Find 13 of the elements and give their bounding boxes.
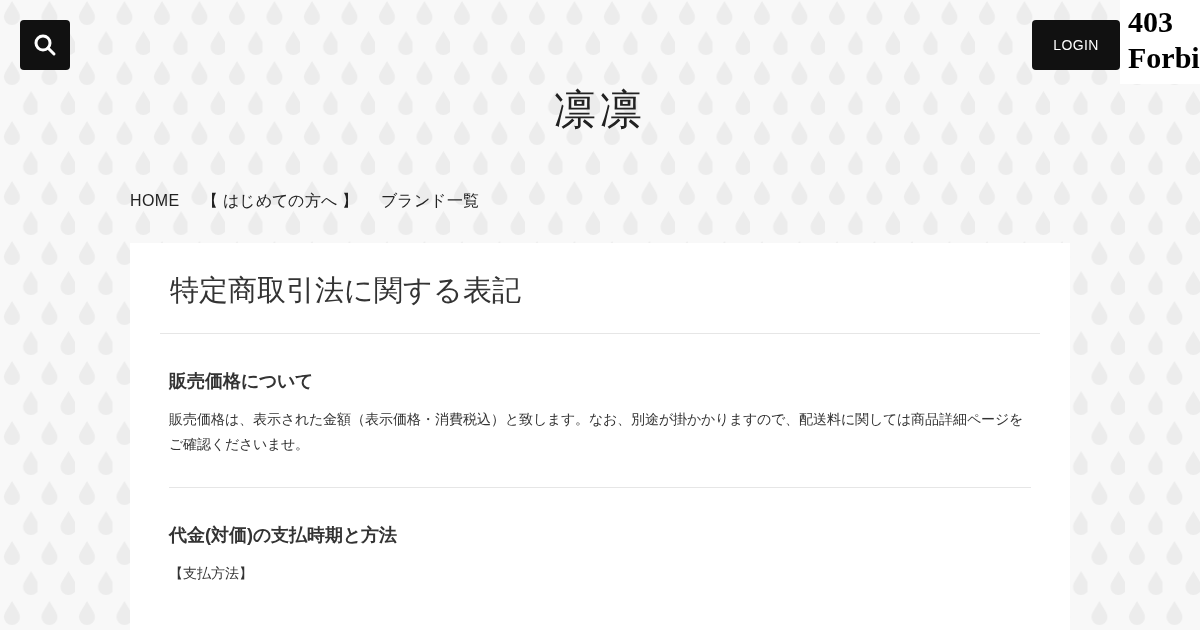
section-heading: 代金(対価)の支払時期と方法	[169, 523, 398, 547]
nav-link[interactable]: HOME	[130, 189, 180, 213]
nav-link[interactable]: ブランド一覧	[380, 189, 480, 213]
site-title: 凛凛	[553, 84, 647, 136]
section-text: 【支払方法】	[169, 563, 254, 583]
search-button[interactable]	[20, 20, 70, 70]
section-text: 販売価格は、表示された金額（表示価格・消費税込）と致します。なお、別途が掛かかりますので、配送料に関しては商品詳細ページをご確認くださいませ。	[169, 409, 1024, 454]
search-icon	[33, 33, 57, 57]
error-message: 403 Forbi	[1120, 0, 1200, 84]
login-button[interactable]: LOGIN	[1032, 20, 1120, 70]
page-title: 特定商取引法に関する表記	[169, 273, 522, 308]
section-heading: 販売価格について	[169, 369, 314, 393]
nav-link[interactable]: 【 はじめての方へ 】	[201, 189, 359, 213]
